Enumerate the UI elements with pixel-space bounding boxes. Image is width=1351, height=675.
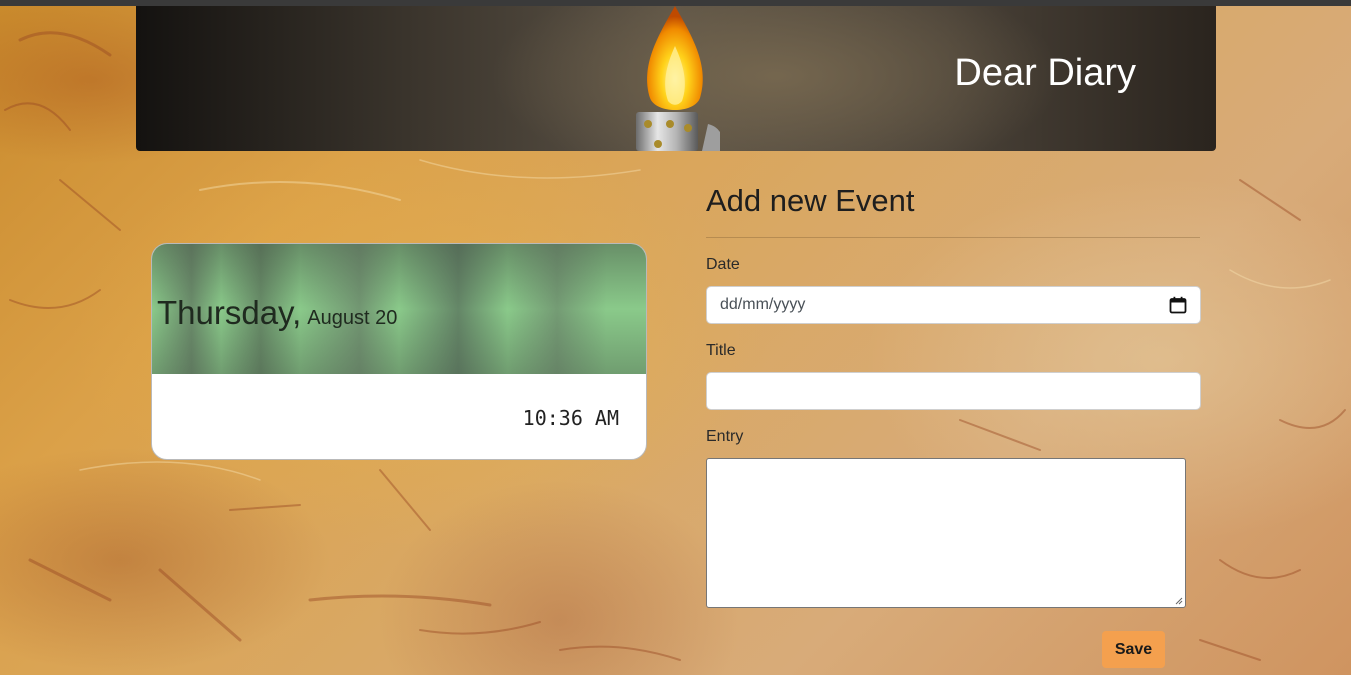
- entry-textarea[interactable]: [706, 458, 1186, 608]
- clock-card-header: Thursday, August 20: [152, 244, 646, 374]
- title-input[interactable]: [706, 372, 1201, 410]
- app-title: Dear Diary: [954, 52, 1136, 94]
- clock-card: Thursday, August 20 10:36 AM: [151, 243, 647, 460]
- date-input[interactable]: dd/mm/yyyy: [706, 286, 1201, 324]
- month-day-label: August 20: [307, 307, 398, 329]
- date-label: Date: [706, 256, 740, 273]
- weekday-label: Thursday,: [157, 294, 302, 331]
- lighter-flame-icon: [630, 6, 725, 151]
- save-button[interactable]: Save: [1102, 631, 1165, 668]
- title-label: Title: [706, 342, 736, 359]
- entry-label: Entry: [706, 428, 744, 445]
- date-placeholder: dd/mm/yyyy: [720, 296, 806, 313]
- form-title: Add new Event: [706, 183, 915, 218]
- current-time: 10:36 AM: [522, 406, 619, 430]
- calendar-icon[interactable]: [1169, 296, 1187, 314]
- form-divider: [706, 237, 1200, 238]
- resize-grip-icon[interactable]: [1175, 597, 1183, 605]
- header-banner: Dear Diary: [136, 6, 1216, 151]
- current-date: Thursday, August 20: [157, 294, 397, 332]
